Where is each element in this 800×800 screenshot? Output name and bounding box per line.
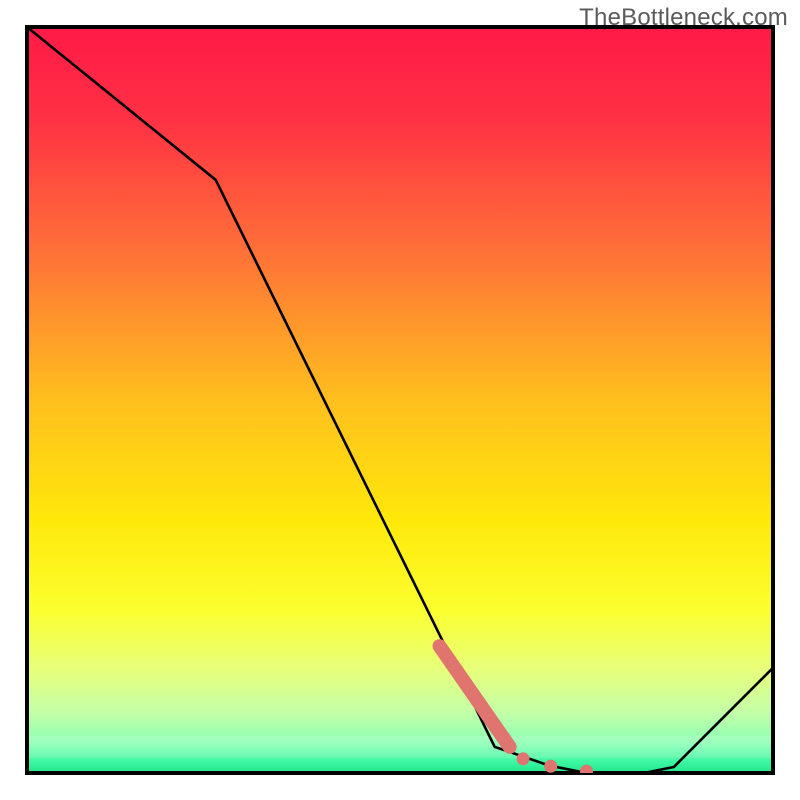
highlight-dot [544,760,557,773]
bottleneck-curve-chart [0,0,800,800]
plot-background [27,27,773,773]
highlight-dot [580,765,593,778]
attribution-label: TheBottleneck.com [579,4,788,32]
chart-stage: TheBottleneck.com [0,0,800,800]
highlight-band [27,736,773,758]
highlight-dot [517,752,530,765]
